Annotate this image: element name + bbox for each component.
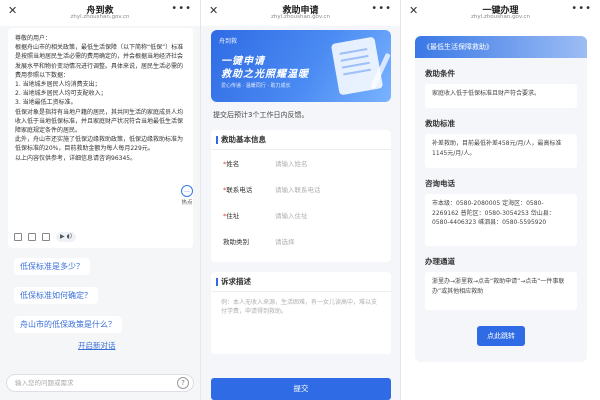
sound-wave-icon: ◖)	[66, 233, 73, 241]
field-label: 联系电话	[226, 186, 253, 194]
chat-bubble-icon: …	[181, 185, 193, 197]
description-card: 诉求描述 例：本人无收入来源，生活困难，有一女儿读高中，难以支付学费，申请得到救…	[211, 272, 391, 354]
section-body: 家庭收入低于低保标准且财产符合要求。	[425, 84, 577, 108]
service-panel: 《最低生活保障救助》 救助条件 家庭收入低于低保标准且财产符合要求。 救助标准 …	[415, 36, 587, 362]
screens-container: ✕ 舟到救 zhyl.zhoushan.gov.cn ••• 尊敬的用户： 根据…	[0, 0, 600, 400]
answer-line: 1. 当地城乡居民人均消费支出；	[15, 81, 101, 89]
field-label: 住址	[226, 212, 240, 220]
play-voice-button[interactable]: ▶ ◖)	[56, 232, 77, 242]
answer-line: 尊敬的用户：	[15, 35, 52, 42]
section-title: 救助标准	[425, 119, 455, 128]
top-bar: ✕ 救助申请 zhyl.zhoushan.gov.cn •••	[201, 0, 400, 26]
play-icon: ▶	[60, 233, 65, 241]
document-illustration	[330, 36, 384, 96]
jump-button[interactable]: 点此跳转	[477, 326, 525, 346]
field-placeholder: 请选择	[275, 238, 295, 246]
field-label: 姓名	[226, 160, 240, 168]
chat-screen: ✕ 舟到救 zhyl.zhoushan.gov.cn ••• 尊敬的用户： 根据…	[0, 0, 200, 400]
page-url: zhyl.zhoushan.gov.cn	[70, 14, 130, 20]
section-title: 咨询电话	[425, 179, 455, 188]
page-url: zhyl.zhoushan.gov.cn	[270, 14, 331, 20]
history-icon[interactable]: ?	[177, 377, 189, 389]
field-placeholder: 请输入住址	[275, 212, 308, 220]
suggestion-item[interactable]: 低保标准如何确定？	[14, 287, 98, 304]
category-select[interactable]: 救助类别 请选择	[211, 228, 391, 254]
thumbs-up-icon[interactable]	[28, 233, 36, 241]
suggestion-item[interactable]: 低保标准是多少？	[14, 258, 90, 275]
hot-topics-label: 热点	[181, 200, 193, 206]
name-field[interactable]: *姓名 请输入姓名	[211, 150, 391, 176]
section-title: 救助条件	[425, 69, 455, 78]
answer-line: 以上内容仅供参考，详细信息请咨询96345。	[15, 154, 137, 162]
phone-field[interactable]: *联系电话 请输入联系电话	[211, 176, 391, 202]
description-textarea[interactable]: 例：本人无收入来源，生活困难，有一女儿读高中，难以支付学费，申请得到救助。	[211, 292, 391, 322]
banner-title-line2: 救助之光照耀温暖	[221, 69, 309, 80]
section-body: 浙里办→浙里救→点击“救助申请”→点击“一件事联办”或其他相应救助	[425, 272, 577, 310]
application-screen: ✕ 救助申请 zhyl.zhoushan.gov.cn ••• 舟到救 一键申请…	[200, 0, 400, 400]
answer-actions: ▶ ◖)	[14, 232, 77, 242]
new-chat-link[interactable]: 开启新对话	[78, 340, 116, 351]
chat-input-placeholder: 输入您的问题或需求	[15, 379, 74, 387]
section-body: 市本级：0580-2080005 定海区：0580-2269162 普陀区：05…	[425, 194, 577, 246]
more-icon[interactable]: •••	[371, 3, 392, 14]
address-field[interactable]: *住址 请输入住址	[211, 202, 391, 228]
more-icon[interactable]: •••	[171, 3, 192, 14]
answer-line: 低保对象是指持有当地户籍的居民，其共同生活的家庭成员人均收入低于当地低保标准，并…	[15, 108, 184, 135]
banner-brand: 舟到救	[219, 38, 238, 45]
one-click-screen: ✕ 一键办理 zhyl.zhoushan.gov.cn ••• 《最低生活保障救…	[400, 0, 600, 400]
answer-line: 3. 当地最低工资标准。	[15, 99, 77, 107]
answer-line: 2. 当地城乡居民人均可支配收入；	[15, 90, 107, 98]
field-placeholder: 请输入姓名	[275, 160, 308, 168]
answer-card: 尊敬的用户： 根据舟山市的相关政策，最低生活保障（以下简称“低保”）标准是按照当…	[8, 28, 193, 248]
section-body: 补差救助，目前最低补差458元/月/人，最高标准1145元/月/人。	[425, 134, 577, 168]
field-label: 救助类别	[223, 238, 249, 246]
panel-title: 《最低生活保障救助》	[415, 36, 587, 58]
suggestion-item[interactable]: 舟山市的低保政策是什么？	[14, 316, 122, 333]
basic-info-title: 救助基本信息	[211, 130, 391, 150]
description-title: 诉求描述	[211, 272, 391, 292]
answer-line: 此外，舟山市还实施了低保边缘救助政策，低保边缘救助标准为低保标准的20%，目前救…	[15, 136, 184, 153]
chat-input[interactable]: 输入您的问题或需求 ?	[6, 374, 194, 392]
answer-line: 根据舟山市的相关政策，最低生活保障（以下简称“低保”）标准是按照当地居民生活必需…	[15, 44, 184, 79]
basic-info-card: 救助基本信息 *姓名 请输入姓名 *联系电话 请输入联系电话 *住址 请输入住址…	[211, 130, 391, 262]
field-placeholder: 请输入联系电话	[275, 186, 321, 194]
section-title: 办理通道	[425, 257, 455, 266]
top-bar: ✕ 舟到救 zhyl.zhoushan.gov.cn •••	[0, 0, 200, 26]
hot-topics-button[interactable]: … 热点	[178, 185, 196, 206]
thumbs-down-icon[interactable]	[42, 233, 50, 241]
submit-button[interactable]: 提交	[211, 378, 391, 400]
page-url: zhyl.zhoushan.gov.cn	[470, 14, 531, 20]
banner-tags: 爱心传递 · 温暖同行 · 助力成长	[221, 83, 291, 89]
top-bar: ✕ 一键办理 zhyl.zhoushan.gov.cn •••	[401, 0, 600, 26]
feedback-notice: 提交后预计3个工作日内反馈。	[213, 111, 309, 119]
copy-icon[interactable]	[14, 233, 22, 241]
more-icon[interactable]: •••	[571, 3, 592, 14]
hero-banner: 舟到救 一键申请 救助之光照耀温暖 爱心传递 · 温暖同行 · 助力成长	[211, 30, 391, 102]
